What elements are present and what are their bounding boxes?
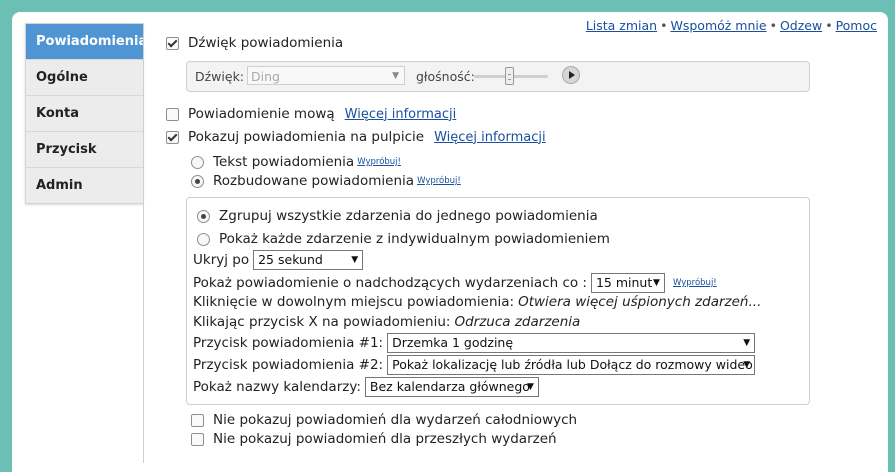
hide-after-value: 25 sekund <box>258 252 323 267</box>
button2-value: Pokaż lokalizację lub źródła lub Dołącz … <box>392 357 753 372</box>
sidebar-item-notifications[interactable]: Powiadomienia <box>26 24 147 60</box>
no-past-label: Nie pokazuj powiadomień dla przeszłych w… <box>213 431 557 447</box>
button2-row: Przycisk powiadomienia #2: Pokaż lokaliz… <box>193 355 756 375</box>
desktop-checkbox-label: Pokazuj powiadomienia na pulpicie <box>188 129 425 145</box>
upcoming-value: 15 minut <box>595 275 653 290</box>
chevron-down-icon: ▼ <box>526 382 534 392</box>
link-separator: • <box>660 18 668 33</box>
no-all-day-checkbox[interactable] <box>191 413 204 427</box>
sidebar-nav: Powiadomienia Ogólne Konta Przycisk Admi… <box>25 23 147 204</box>
each-separate-row: Pokaż każde zdarzenie z indywidualnym po… <box>197 231 610 247</box>
click-x-row: Klikając przycisk X na powiadomieniu: Od… <box>193 314 580 330</box>
no-past-row: Nie pokazuj powiadomień dla przeszłych w… <box>191 431 557 447</box>
sound-checkbox[interactable] <box>166 36 179 50</box>
sound-select-value: Ding <box>251 69 280 84</box>
click-x-value[interactable]: Odrzuca zdarzenia <box>454 314 580 330</box>
button2-label: Przycisk powiadomienia #2: <box>193 357 384 373</box>
hide-after-label: Ukryj po <box>193 252 250 268</box>
text-notification-radio[interactable] <box>191 155 204 169</box>
upcoming-label: Pokaż powiadomienie o nadchodzących wyda… <box>193 275 587 291</box>
calendars-select[interactable]: Bez kalendarza głównego ▼ <box>364 377 539 397</box>
sound-select[interactable]: Ding ▼ <box>247 66 405 85</box>
click-anywhere-row: Kliknięcie w dowolnym miejscu powiadomie… <box>193 294 761 310</box>
calendars-value: Bez kalendarza głównego <box>369 379 530 394</box>
hide-after-select[interactable]: 25 sekund ▼ <box>253 250 364 270</box>
no-past-checkbox[interactable] <box>191 432 204 446</box>
upcoming-select[interactable]: 15 minut ▼ <box>590 273 665 293</box>
sidebar-item-admin[interactable]: Admin <box>26 168 143 203</box>
click-anywhere-label: Kliknięcie w dowolnym miejscu powiadomie… <box>193 294 515 310</box>
play-icon[interactable] <box>562 66 580 84</box>
button1-label: Przycisk powiadomienia #1: <box>193 335 384 351</box>
voice-more-info-link[interactable]: Więcej informacji <box>345 107 457 122</box>
voice-checkbox-label: Powiadomienie mową <box>188 106 335 122</box>
link-separator: • <box>825 18 833 33</box>
voice-checkbox[interactable] <box>166 107 179 121</box>
calendars-row: Pokaż nazwy kalendarzy: Bez kalendarza g… <box>193 377 539 397</box>
sidebar-divider <box>143 23 144 463</box>
chevron-down-icon: ▼ <box>351 255 359 265</box>
button2-select[interactable]: Pokaż lokalizację lub źródła lub Dołącz … <box>387 355 756 375</box>
sidebar-item-accounts[interactable]: Konta <box>26 96 143 132</box>
no-all-day-row: Nie pokazuj powiadomień dla wydarzeń cał… <box>191 412 577 428</box>
no-all-day-label: Nie pokazuj powiadomień dla wydarzeń cał… <box>213 412 578 428</box>
try-rich-link[interactable]: Wypróbuj! <box>417 176 461 186</box>
button1-select[interactable]: Drzemka 1 godzinę ▼ <box>387 333 756 353</box>
try-text-link[interactable]: Wypróbuj! <box>357 157 401 167</box>
sound-options-box: Dźwięk: Ding ▼ głośność: <box>186 61 810 92</box>
sound-row: Dźwięk powiadomienia <box>166 35 343 51</box>
text-notification-label: Tekst powiadomienia <box>213 154 355 170</box>
text-notification-row: Tekst powiadomienia Wypróbuj! <box>191 154 401 170</box>
voice-row: Powiadomienie mową Więcej informacji <box>166 106 456 122</box>
feedback-link[interactable]: Odzew <box>780 18 822 33</box>
chevron-down-icon: ▼ <box>743 360 751 370</box>
upcoming-row: Pokaż powiadomienie o nadchodzących wyda… <box>193 273 717 293</box>
rich-notification-label: Rozbudowane powiadomienia <box>213 173 415 189</box>
desktop-more-info-link[interactable]: Więcej informacji <box>434 130 546 145</box>
sound-checkbox-label: Dźwięk powiadomienia <box>188 35 344 51</box>
click-x-label: Klikając przycisk X na powiadomieniu: <box>193 314 451 330</box>
calendars-label: Pokaż nazwy kalendarzy: <box>193 379 361 395</box>
group-all-label: Zgrupuj wszystkie zdarzenia do jednego p… <box>219 208 598 224</box>
rich-options-box: Zgrupuj wszystkie zdarzenia do jednego p… <box>186 197 810 405</box>
desktop-row: Pokazuj powiadomienia na pulpicie Więcej… <box>166 129 546 145</box>
group-all-row: Zgrupuj wszystkie zdarzenia do jednego p… <box>197 208 598 224</box>
click-anywhere-value[interactable]: Otwiera więcej uśpionych zdarzeń... <box>518 294 761 310</box>
try-upcoming-link[interactable]: Wypróbuj! <box>673 278 717 288</box>
chevron-down-icon: ▼ <box>743 338 751 348</box>
chevron-down-icon: ▼ <box>653 278 660 288</box>
sidebar-item-button[interactable]: Przycisk <box>26 132 143 168</box>
rich-notification-row: Rozbudowane powiadomienia Wypróbuj! <box>191 173 461 189</box>
volume-label: głośność: <box>416 69 475 84</box>
each-separate-radio[interactable] <box>197 232 210 246</box>
link-separator: • <box>769 18 777 33</box>
button1-row: Przycisk powiadomienia #1: Drzemka 1 god… <box>193 333 756 353</box>
group-all-radio[interactable] <box>197 209 210 223</box>
button1-value: Drzemka 1 godzinę <box>392 335 514 350</box>
changelog-link[interactable]: Lista zmian <box>586 18 657 33</box>
help-link[interactable]: Pomoc <box>836 18 877 33</box>
volume-slider-handle[interactable] <box>505 67 514 85</box>
support-link[interactable]: Wspomóż mnie <box>670 18 766 33</box>
sidebar-item-general[interactable]: Ogólne <box>26 60 143 96</box>
rich-notification-radio[interactable] <box>191 174 204 188</box>
desktop-checkbox[interactable] <box>166 130 179 144</box>
hide-after-row: Ukryj po 25 sekund ▼ <box>193 250 364 270</box>
each-separate-label: Pokaż każde zdarzenie z indywidualnym po… <box>219 231 610 247</box>
sound-label: Dźwięk: <box>195 69 245 84</box>
top-links: Lista zmian • Wspomóż mnie • Odzew • Pomoc <box>586 18 877 33</box>
chevron-down-icon: ▼ <box>392 71 399 81</box>
